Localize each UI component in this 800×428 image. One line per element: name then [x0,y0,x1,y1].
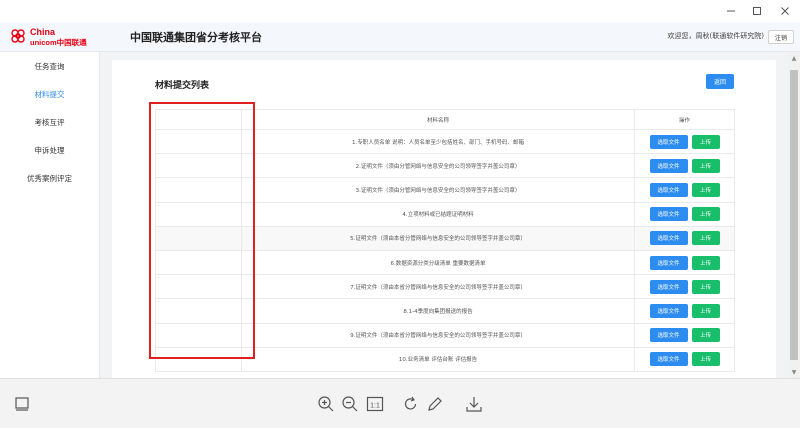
select-file-button[interactable]: 选取文件 [649,328,688,343]
material-name: 4.立项材料或已结题证明材料 [242,202,635,226]
upload-button[interactable]: 上传 [691,231,720,246]
material-name: 8.1-4季度向集团报送的报告 [242,299,635,323]
zoom-out-icon[interactable] [338,392,362,416]
material-name: 2.证明文件（须由分管网络与信息安全的公司领导签字并盖公司章） [242,154,635,178]
header-blank-cell [156,110,242,129]
scroll-down-icon[interactable]: ▼ [790,368,798,376]
sidebar-item-appeal[interactable]: 申诉处理 [0,136,99,164]
table-row: 10.业务清单 评估台账 评估报告 选取文件 上传 [156,347,735,372]
select-file-button[interactable]: 选取文件 [649,134,688,149]
sidebar: 任务查询 材料提交 考核互评 申诉处理 优秀案例评定 [0,52,100,378]
back-button[interactable]: 返回 [706,74,734,89]
select-file-button[interactable]: 选取文件 [649,182,688,197]
sidebar-item-peer-review[interactable]: 考核互评 [0,108,99,136]
upload-button[interactable]: 上传 [691,158,720,173]
table-header: 材料名称 操作 [156,110,735,130]
header-material-name: 材料名称 [242,110,635,129]
unicom-logo: China unicom中国联通 [8,25,108,49]
material-name: 1.专职人员名单 说明：人员名单至少包括姓名、部门、手机号码、邮箱 [242,130,635,154]
logo-text-bottom: unicom中国联通 [30,37,87,47]
upload-button[interactable]: 上传 [691,207,720,222]
sidebar-item-task-query[interactable]: 任务查询 [0,52,99,80]
table-row: 5.证明文件（须由本省分管网络与信息安全的公司领导签字并盖公司章） 选取文件 上… [156,226,735,251]
table-row: 3.证明文件（须由分管网络与信息安全的公司领导签字并盖公司章） 选取文件 上传 [156,178,735,203]
table-row: 4.立项材料或已结题证明材料 选取文件 上传 [156,202,735,227]
table-row: 9.证明文件（须由本省分管网络与信息安全的公司领导签字并盖公司章） 选取文件 上… [156,323,735,348]
sidebar-item-material-submit[interactable]: 材料提交 [0,80,99,108]
rotate-icon[interactable] [399,392,423,416]
logo-text-top: China [30,27,56,37]
viewer-toolbar: 1:1 [0,378,800,428]
title-bar [0,0,800,22]
layout-icon[interactable] [10,392,34,416]
table-row: 7.证明文件（须由本省分管网络与信息安全的公司领导签字并盖公司章） 选取文件 上… [156,275,735,300]
app-title: 中国联通集团省分考核平台 [130,31,262,44]
scroll-up-icon[interactable]: ▲ [790,54,798,62]
zoom-in-icon[interactable] [314,392,338,416]
edit-icon[interactable] [423,392,447,416]
material-name: 3.证明文件（须由分管网络与信息安全的公司领导签字并盖公司章） [242,178,635,202]
logout-button[interactable]: 注销 [768,30,794,44]
sidebar-item-excellent-cases[interactable]: 优秀案例评定 [0,164,99,192]
scroll-thumb[interactable] [790,70,798,360]
upload-button[interactable]: 上传 [691,134,720,149]
select-file-button[interactable]: 选取文件 [649,158,688,173]
table-row: 1.专职人员名单 说明：人员名单至少包括姓名、部门、手机号码、邮箱 选取文件 上… [156,130,735,155]
select-file-button[interactable]: 选取文件 [649,207,688,222]
table-row: 2.证明文件（须由分管网络与信息安全的公司领导签字并盖公司章） 选取文件 上传 [156,154,735,179]
main-content: 材料提交列表 返回 材料名称 操作 1.专职人员名单 说明：人员名单至少包括姓名… [100,52,788,378]
material-name: 10.业务清单 评估台账 评估报告 [242,347,635,371]
app-header: China unicom中国联通 中国联通集团省分考核平台 欢迎您，周秋(联通软… [0,22,800,52]
select-file-button[interactable]: 选取文件 [649,303,688,318]
material-name: 5.证明文件（须由本省分管网络与信息安全的公司领导签字并盖公司章） [242,226,635,250]
close-icon[interactable] [762,0,800,22]
header-actions: 操作 [635,110,735,129]
select-file-button[interactable]: 选取文件 [649,352,688,367]
table-row: 8.1-4季度向集团报送的报告 选取文件 上传 [156,299,735,324]
scrollbar[interactable]: ▲ ▼ [788,52,800,378]
upload-button[interactable]: 上传 [691,303,720,318]
table-row: 6.数据资源分类分级清单 重要数据清单 选取文件 上传 [156,250,735,276]
select-file-button[interactable]: 选取文件 [649,231,688,246]
material-table: 材料名称 操作 1.专职人员名单 说明：人员名单至少包括姓名、部门、手机号码、邮… [155,109,735,372]
actual-size-icon[interactable]: 1:1 [363,392,387,416]
actual-size-label: 1:1 [370,403,380,410]
select-file-button[interactable]: 选取文件 [649,255,688,270]
upload-button[interactable]: 上传 [691,182,720,197]
material-panel: 材料提交列表 返回 材料名称 操作 1.专职人员名单 说明：人员名单至少包括姓名… [112,60,776,378]
material-name: 7.证明文件（须由本省分管网络与信息安全的公司领导签字并盖公司章） [242,275,635,299]
material-name: 6.数据资源分类分级清单 重要数据清单 [242,250,635,275]
upload-button[interactable]: 上传 [691,352,720,367]
select-file-button[interactable]: 选取文件 [649,279,688,294]
upload-button[interactable]: 上传 [691,328,720,343]
upload-button[interactable]: 上传 [691,279,720,294]
download-icon[interactable] [462,392,486,416]
welcome-text: 欢迎您，周秋(联通软件研究院) [667,32,764,40]
app-window: China unicom中国联通 中国联通集团省分考核平台 欢迎您，周秋(联通软… [0,0,800,428]
page-title: 材料提交列表 [155,81,210,91]
upload-button[interactable]: 上传 [691,255,720,270]
material-name: 9.证明文件（须由本省分管网络与信息安全的公司领导签字并盖公司章） [242,323,635,347]
